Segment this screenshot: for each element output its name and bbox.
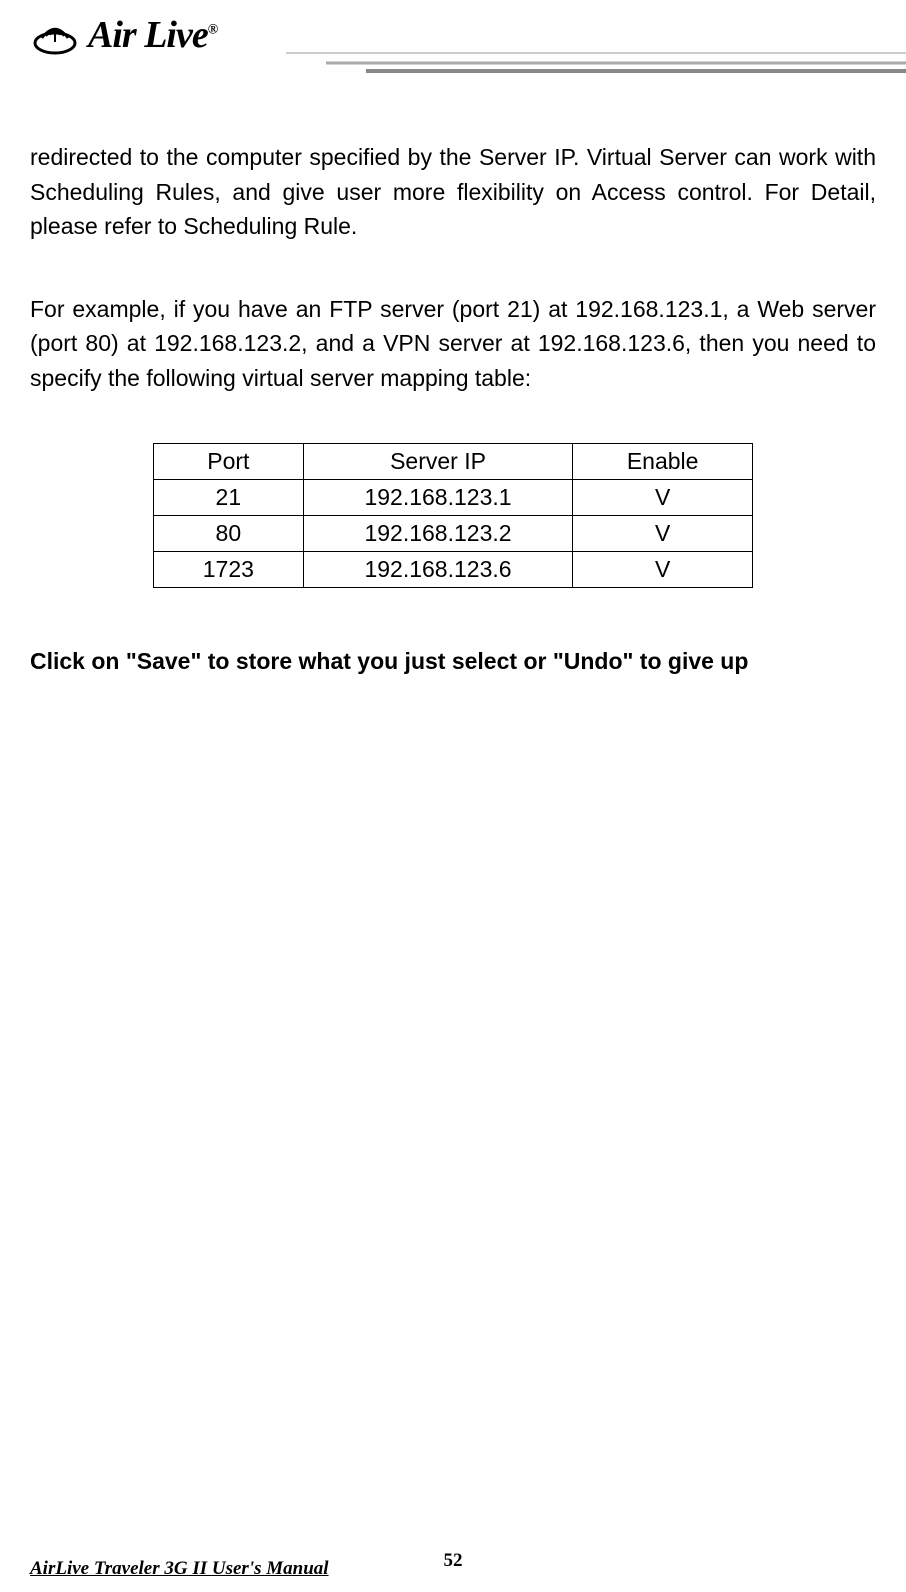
table-row: 21 192.168.123.1 V	[154, 480, 753, 516]
trademark: ®	[208, 22, 217, 37]
cell-enable: V	[573, 552, 753, 588]
page-number: 52	[444, 1550, 463, 1572]
cell-port: 80	[154, 516, 304, 552]
header-divider	[286, 45, 906, 75]
cell-ip: 192.168.123.1	[303, 480, 573, 516]
virtual-server-table: Port Server IP Enable 21 192.168.123.1 V…	[153, 443, 753, 588]
mapping-table-container: Port Server IP Enable 21 192.168.123.1 V…	[30, 443, 876, 588]
cell-enable: V	[573, 516, 753, 552]
logo-icon	[30, 10, 80, 60]
table-header-row: Port Server IP Enable	[154, 444, 753, 480]
save-undo-instruction: Click on "Save" to store what you just s…	[30, 648, 876, 675]
cell-port: 1723	[154, 552, 304, 588]
header-enable: Enable	[573, 444, 753, 480]
header-port: Port	[154, 444, 304, 480]
manual-title: AirLive Traveler 3G II User's Manual	[30, 1558, 329, 1580]
table-row: 80 192.168.123.2 V	[154, 516, 753, 552]
table-row: 1723 192.168.123.6 V	[154, 552, 753, 588]
page-content: redirected to the computer specified by …	[0, 100, 906, 675]
brand-name: Air Live®	[88, 13, 217, 57]
cell-enable: V	[573, 480, 753, 516]
cell-port: 21	[154, 480, 304, 516]
header-server-ip: Server IP	[303, 444, 573, 480]
page-header: Air Live®	[0, 0, 906, 100]
cell-ip: 192.168.123.2	[303, 516, 573, 552]
page-footer: AirLive Traveler 3G II User's Manual 52	[30, 1558, 876, 1580]
paragraph-2: For example, if you have an FTP server (…	[30, 292, 876, 396]
paragraph-1: redirected to the computer specified by …	[30, 140, 876, 244]
cell-ip: 192.168.123.6	[303, 552, 573, 588]
